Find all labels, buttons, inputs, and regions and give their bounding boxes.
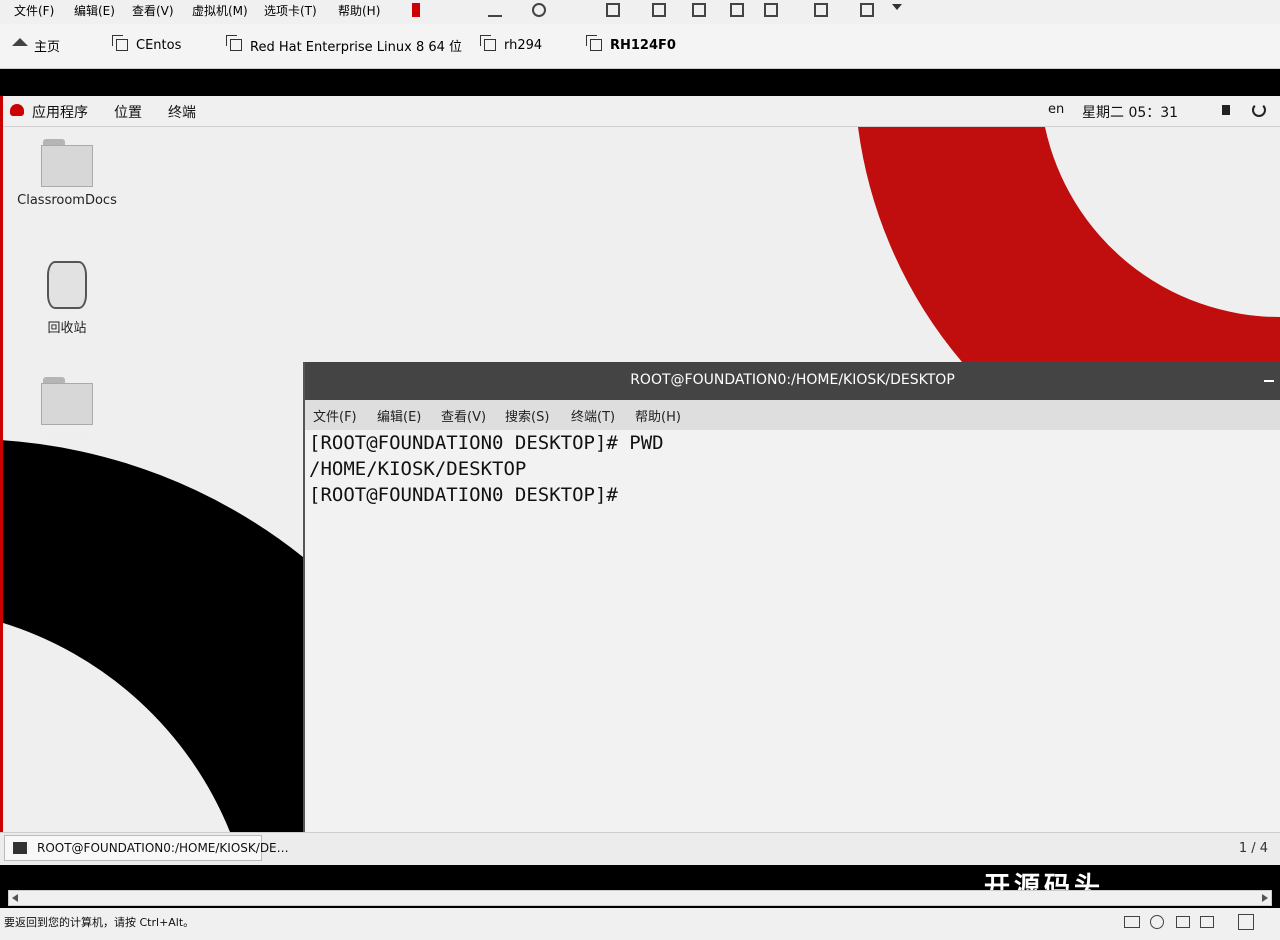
- console-view-icon[interactable]: [730, 3, 744, 17]
- tab-label: CEntos: [136, 37, 182, 53]
- term-menu-file[interactable]: 文件(F): [313, 406, 357, 425]
- vm-statusbar: 要返回到您的计算机，请按 Ctrl+Alt。: [0, 908, 1280, 940]
- vm-running-icon: [586, 35, 602, 51]
- tab-label: RH124F0: [610, 37, 676, 53]
- input-language[interactable]: en: [1048, 102, 1064, 117]
- thumbnail-icon[interactable]: [814, 3, 828, 17]
- home-icon: [12, 38, 28, 46]
- terminal-window[interactable]: ROOT@FOUNDATION0:/HOME/KIOSK/DESKTOP 文件(…: [303, 362, 1280, 832]
- sound-card-icon[interactable]: [1200, 916, 1214, 928]
- clock[interactable]: 星期二 05：31: [1082, 102, 1178, 122]
- dropdown-arrow-icon[interactable]: [892, 4, 902, 10]
- desktop-icon-label: KIOSK: [47, 431, 87, 446]
- vm-menubar: 文件(F) 编辑(E) 查看(V) 虚拟机(M) 选项卡(T) 帮助(H): [0, 0, 1280, 25]
- trash-icon: [47, 261, 87, 309]
- terminal-line: /HOME/KIOSK/DESKTOP: [309, 458, 527, 480]
- tab-label: rh294: [504, 37, 543, 53]
- term-menu-search[interactable]: 搜索(S): [505, 406, 549, 425]
- desktop-icon-trash[interactable]: 回收站: [12, 261, 122, 336]
- unity-icon[interactable]: [692, 3, 706, 17]
- menu-view[interactable]: 查看(V): [132, 2, 174, 19]
- terminal-titlebar[interactable]: ROOT@FOUNDATION0:/HOME/KIOSK/DESKTOP: [305, 362, 1280, 400]
- stretch-icon[interactable]: [860, 3, 874, 17]
- tab-label: 主页: [34, 39, 61, 55]
- home-folder-icon: [41, 375, 93, 425]
- terminal-app-menu[interactable]: 终端: [168, 102, 196, 122]
- desktop-icon-kiosk[interactable]: KIOSK: [12, 375, 122, 446]
- status-hint: 要返回到您的计算机，请按 Ctrl+Alt。: [4, 916, 195, 929]
- send-keys-icon[interactable]: [488, 3, 502, 17]
- taskbar-window-button[interactable]: ROOT@FOUNDATION0:/HOME/KIOSK/DE…: [4, 835, 289, 861]
- desktop-icon-label: ClassroomDocs: [17, 193, 117, 208]
- tab-rh294[interactable]: rh294: [480, 34, 543, 56]
- terminal-title: ROOT@FOUNDATION0:/HOME/KIOSK/DESKTOP: [630, 372, 955, 388]
- network-icon[interactable]: [1176, 916, 1190, 928]
- desktop-icon-label: 回收站: [47, 321, 87, 336]
- menu-vm[interactable]: 虚拟机(M): [192, 2, 248, 19]
- redhat-logo-icon: [10, 104, 24, 116]
- horizontal-scrollbar[interactable]: [8, 890, 1272, 906]
- terminal-menubar: 文件(F) 编辑(E) 查看(V) 搜索(S) 终端(T) 帮助(H): [305, 400, 1280, 431]
- terminal-body[interactable]: [ROOT@FOUNDATION0 DESKTOP]# PWD /HOME/KI…: [305, 430, 1280, 832]
- places-menu[interactable]: 位置: [114, 102, 142, 122]
- desktop-icon-classroomdocs[interactable]: ClassroomDocs: [12, 137, 122, 208]
- no-mouse-icon[interactable]: [764, 3, 778, 17]
- applications-menu[interactable]: 应用程序: [32, 102, 88, 122]
- menu-tabs[interactable]: 选项卡(T): [264, 2, 317, 19]
- snapshot-icon[interactable]: [532, 3, 546, 17]
- guest-taskbar: ROOT@FOUNDATION0:/HOME/KIOSK/DE… 1 / 4: [0, 832, 1280, 865]
- taskbar-window-label: ROOT@FOUNDATION0:/HOME/KIOSK/DE…: [37, 841, 289, 855]
- tab-home[interactable]: 主页: [12, 34, 60, 56]
- power-icon[interactable]: [412, 3, 420, 17]
- terminal-line: [ROOT@FOUNDATION0 DESKTOP]#: [309, 484, 618, 506]
- cd-drive-icon[interactable]: [1150, 915, 1164, 929]
- workspace-indicator[interactable]: 1 / 4: [1239, 841, 1268, 856]
- fullscreen-icon[interactable]: [652, 3, 666, 17]
- tab-label: Red Hat Enterprise Linux 8 64 位: [250, 39, 463, 55]
- hard-disk-icon[interactable]: [1124, 916, 1140, 928]
- terminal-icon: [13, 842, 27, 854]
- vm-icon: [112, 35, 128, 51]
- tab-rh124f0[interactable]: RH124F0: [586, 34, 676, 56]
- term-menu-edit[interactable]: 编辑(E): [377, 406, 421, 425]
- menu-file[interactable]: 文件(F): [14, 2, 54, 19]
- term-menu-terminal[interactable]: 终端(T): [571, 406, 615, 425]
- folder-icon: [41, 137, 93, 187]
- term-menu-help[interactable]: 帮助(H): [635, 406, 681, 425]
- volume-icon[interactable]: [1222, 105, 1230, 115]
- gnome-topbar: 应用程序 位置 终端 en 星期二 05：31: [0, 96, 1280, 127]
- minimize-icon[interactable]: [1264, 380, 1274, 382]
- scroll-right-icon[interactable]: [1262, 894, 1268, 902]
- vm-icon: [480, 35, 496, 51]
- power-menu-icon[interactable]: [1252, 103, 1266, 117]
- vm-border: [0, 69, 1280, 96]
- scroll-left-icon[interactable]: [12, 894, 18, 902]
- menu-help[interactable]: 帮助(H): [338, 2, 380, 19]
- vm-icon: [226, 35, 242, 51]
- message-log-icon[interactable]: [1238, 914, 1254, 930]
- vm-frame-left: [0, 96, 3, 832]
- tab-centos[interactable]: CEntos: [112, 34, 182, 56]
- terminal-line: [ROOT@FOUNDATION0 DESKTOP]# PWD: [309, 432, 664, 454]
- snapshot-manager-icon[interactable]: [606, 3, 620, 17]
- vm-tabbar: 主页 CEntos Red Hat Enterprise Linux 8 64 …: [0, 24, 1280, 69]
- tab-rhel8[interactable]: Red Hat Enterprise Linux 8 64 位: [226, 34, 463, 56]
- menu-edit[interactable]: 编辑(E): [74, 2, 115, 19]
- term-menu-view[interactable]: 查看(V): [441, 406, 486, 425]
